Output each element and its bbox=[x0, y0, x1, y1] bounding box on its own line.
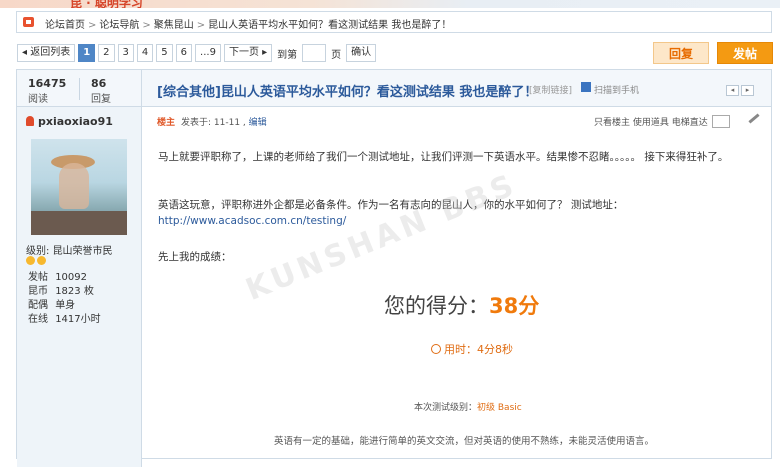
stat-key: 昆币 bbox=[28, 286, 48, 297]
floor-jump-input[interactable] bbox=[711, 115, 730, 128]
test-summary: 英语有一定的基础，能进行简单的英文交流，但对英语的使用不熟练，未能灵活使用语言。 bbox=[274, 436, 655, 447]
goto-label: 到第 bbox=[277, 49, 298, 61]
user-icon bbox=[26, 116, 34, 126]
author-name[interactable]: pxiaoxiao91 bbox=[26, 115, 113, 128]
post-tools-links[interactable]: 只看楼主 使用道具 电梯直达 bbox=[594, 118, 708, 128]
confirm-button[interactable]: 确认 bbox=[346, 44, 377, 62]
thread-nav: ◂ ▸ bbox=[726, 85, 754, 96]
post-paragraph-1: 马上就要评职称了，上课的老师给了我们一个测试地址，让我们评测一下英语水平。结果惨… bbox=[158, 151, 729, 163]
medal-icon bbox=[26, 256, 35, 265]
owner-badge: 楼主 bbox=[157, 118, 176, 128]
top-banner: 昆 · 聪明学习 bbox=[0, 0, 780, 8]
clock-icon bbox=[431, 344, 441, 354]
stat-row: 昆币 1823 枚 bbox=[28, 285, 101, 299]
stat-row: 配偶 单身 bbox=[28, 299, 101, 313]
post-date: 发表于: 11-11 , bbox=[181, 118, 246, 128]
qr-code-icon[interactable] bbox=[581, 82, 591, 92]
breadcrumb-kunshan[interactable]: 聚焦昆山 bbox=[154, 20, 194, 31]
avatar-figure bbox=[59, 163, 89, 209]
stat-value: 10092 bbox=[55, 272, 87, 283]
score-value: 38分 bbox=[489, 294, 540, 318]
level-value: 昆山荣誉市民 bbox=[52, 246, 113, 257]
scan-to-phone-link[interactable]: 扫描到手机 bbox=[594, 83, 639, 96]
next-thread-icon[interactable]: ▸ bbox=[741, 85, 754, 96]
paragraph-2-text: 英语这玩意，评职称进外企都是必备条件。作为一名有志向的昆山人，你的水平如何了？ … bbox=[158, 199, 624, 211]
prev-thread-icon[interactable]: ◂ bbox=[726, 85, 739, 96]
page-1[interactable]: 1 bbox=[78, 44, 96, 62]
avatar[interactable] bbox=[31, 139, 127, 235]
breadcrumb-current: 昆山人英语平均水平如何？看这测试结果 我也是醉了！ bbox=[208, 20, 452, 31]
score-line: 您的得分：38分 bbox=[384, 290, 539, 320]
avatar-dock bbox=[31, 211, 127, 235]
page-5[interactable]: 5 bbox=[156, 44, 173, 62]
test-level-label: 本次测试级别： bbox=[414, 403, 478, 413]
time-value: 用时：4分8秒 bbox=[444, 343, 513, 356]
thread-title: [综合其他]昆山人英语平均水平如何？看这测试结果 我也是醉了！ bbox=[157, 85, 538, 100]
thread-frame: 16475 阅读 86 回复 [综合其他]昆山人英语平均水平如何？看这测试结果 … bbox=[16, 69, 772, 467]
page-3[interactable]: 3 bbox=[117, 44, 134, 62]
stat-value: 1417小时 bbox=[55, 314, 101, 325]
new-post-button[interactable]: 发帖 bbox=[717, 42, 773, 64]
stat-value: 单身 bbox=[55, 300, 76, 311]
test-level-line: 本次测试级别：初级 Basic bbox=[414, 400, 522, 413]
stat-key: 配偶 bbox=[28, 300, 48, 311]
stat-key: 发帖 bbox=[28, 272, 48, 283]
page-2[interactable]: 2 bbox=[98, 44, 115, 62]
watermark: KUNSHAN BBS bbox=[240, 167, 523, 308]
breadcrumb-separator: > bbox=[142, 20, 151, 31]
views-count: 16475 bbox=[28, 77, 67, 90]
copy-link[interactable]: [复制链接] bbox=[529, 83, 572, 96]
thread-stats: 16475 阅读 86 回复 bbox=[17, 70, 142, 106]
post-tools: 只看楼主 使用道具 电梯直达 bbox=[594, 115, 730, 128]
author-stats: 发帖 10092 昆币 1823 枚 配偶 单身 在线 1417小时 bbox=[28, 271, 101, 327]
breadcrumb: 论坛首页 > 论坛导航 > 聚焦昆山 > 昆山人英语平均水平如何？看这测试结果 我也是醉了！ bbox=[16, 11, 772, 33]
thread-header: 16475 阅读 86 回复 [综合其他]昆山人英语平均水平如何？看这测试结果 … bbox=[17, 70, 771, 107]
page-9[interactable]: ...9 bbox=[195, 44, 221, 62]
divider bbox=[79, 78, 80, 100]
replies-label: 回复 bbox=[91, 94, 111, 105]
banner-text: 昆 · 聪明学习 bbox=[70, 0, 143, 8]
page-unit-label: 页 bbox=[331, 49, 342, 61]
breadcrumb-separator: > bbox=[196, 20, 206, 31]
medals bbox=[26, 255, 48, 268]
edit-link[interactable]: 编辑 bbox=[249, 118, 267, 128]
home-icon[interactable] bbox=[23, 17, 34, 27]
pagination: ◂ 返回列表 1 2 3 4 5 6 ...9 下一页 ▸ 到第 页 确认 bbox=[17, 44, 377, 62]
stat-row: 发帖 10092 bbox=[28, 271, 101, 285]
next-page-button[interactable]: 下一页 ▸ bbox=[223, 44, 273, 62]
breadcrumb-forum-nav[interactable]: 论坛导航 bbox=[99, 20, 139, 31]
page-4[interactable]: 4 bbox=[136, 44, 154, 62]
stat-row: 在线 1417小时 bbox=[28, 313, 101, 327]
time-line: 用时：4分8秒 bbox=[431, 341, 513, 357]
medal-icon bbox=[37, 256, 46, 265]
views-label: 阅读 bbox=[28, 94, 48, 105]
post-meta: 楼主 发表于: 11-11 , 编辑 bbox=[157, 115, 267, 128]
breadcrumb-separator: > bbox=[88, 20, 97, 31]
post-paragraph-3: 先上我的成绩： bbox=[158, 251, 232, 263]
test-url-link[interactable]: http://www.acadsoc.com.cn/testing/ bbox=[158, 215, 346, 227]
author-name-text: pxiaoxiao91 bbox=[38, 115, 113, 128]
reply-button[interactable]: 回复 bbox=[653, 42, 709, 64]
replies-stat: 86 回复 bbox=[91, 77, 111, 105]
breadcrumb-forum-home[interactable]: 论坛首页 bbox=[45, 20, 85, 31]
page-6[interactable]: 6 bbox=[175, 44, 193, 62]
author-sidebar: pxiaoxiao91 级别: 昆山荣誉市民 发帖 10092 昆币 1823 … bbox=[17, 107, 142, 467]
replies-count: 86 bbox=[91, 77, 107, 90]
test-level-value: 初级 Basic bbox=[477, 403, 522, 413]
back-to-list-button[interactable]: ◂ 返回列表 bbox=[17, 44, 76, 62]
score-label: 您的得分： bbox=[384, 294, 489, 318]
views-stat: 16475 阅读 bbox=[28, 77, 66, 105]
pencil-icon[interactable] bbox=[748, 113, 760, 124]
stat-key: 在线 bbox=[28, 314, 48, 325]
stat-value: 1823 枚 bbox=[55, 286, 94, 297]
page-number-input[interactable] bbox=[302, 44, 327, 62]
